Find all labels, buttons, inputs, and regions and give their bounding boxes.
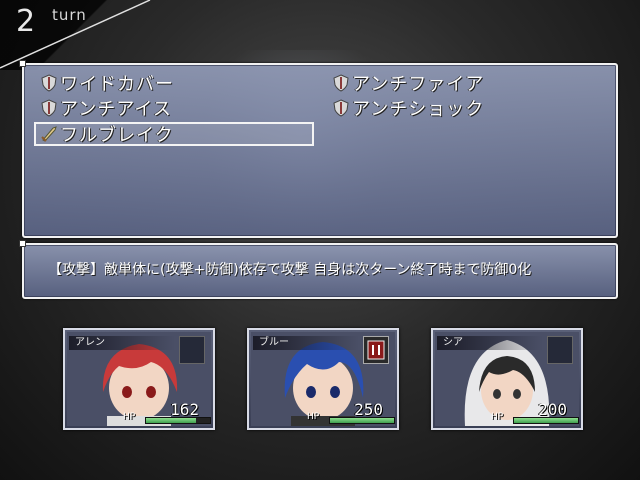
skill-window: ワイドカバー アンチファイア アンチアイス アンチショック フルブレイク xyxy=(19,60,618,238)
skill-item[interactable]: アンチアイス xyxy=(40,96,172,120)
sword-icon xyxy=(41,126,57,142)
shield-icon xyxy=(333,74,349,92)
window-corner xyxy=(19,240,26,247)
skill-label: アンチアイス xyxy=(60,99,172,120)
hp-label: HP xyxy=(491,412,504,422)
skill-item[interactable]: アンチショック xyxy=(332,96,484,120)
skill-label: アンチファイア xyxy=(352,74,485,95)
member-name: シア xyxy=(437,336,543,350)
skill-label: ワイドカバー xyxy=(60,74,174,95)
hp-value: 162 xyxy=(170,400,199,419)
hp-label: HP xyxy=(307,412,320,422)
party-member-shia[interactable]: シア HP 200 xyxy=(431,328,583,430)
help-window: 【攻撃】敵単体に(攻撃+防御)依存で攻撃 自身は次ターン終了時まで防御0化 xyxy=(19,240,618,299)
turn-number: 2 xyxy=(16,4,36,39)
skill-label: アンチショック xyxy=(352,99,485,120)
turn-label: turn xyxy=(52,6,87,24)
shield-icon xyxy=(41,74,57,92)
state-slot xyxy=(179,336,205,364)
shield-icon xyxy=(41,99,57,117)
hp-value: 250 xyxy=(354,400,383,419)
member-name: ブルー xyxy=(253,336,359,350)
hp-label: HP xyxy=(123,412,136,422)
state-slot xyxy=(547,336,573,364)
skill-item-selected[interactable]: フルブレイク xyxy=(34,122,314,146)
skill-label: フルブレイク xyxy=(60,125,174,146)
skill-item[interactable]: ワイドカバー xyxy=(40,71,174,95)
battle-scene: 2 turn ワイドカバー アンチファイア アンチアイス アンチショック フルブ… xyxy=(0,0,640,480)
state-slot xyxy=(363,336,389,364)
member-name: アレン xyxy=(69,336,175,350)
window-corner xyxy=(19,60,26,67)
skill-item[interactable]: アンチファイア xyxy=(332,71,484,95)
skill-description: 【攻撃】敵単体に(攻撃+防御)依存で攻撃 自身は次ターン終了時まで防御0化 xyxy=(48,262,532,278)
party-member-allen[interactable]: アレン HP 162 xyxy=(63,328,215,430)
state-buff-icon xyxy=(367,340,385,360)
hp-value: 200 xyxy=(538,400,567,419)
shield-icon xyxy=(333,99,349,117)
party-member-blue[interactable]: ブルー HP 250 xyxy=(247,328,399,430)
